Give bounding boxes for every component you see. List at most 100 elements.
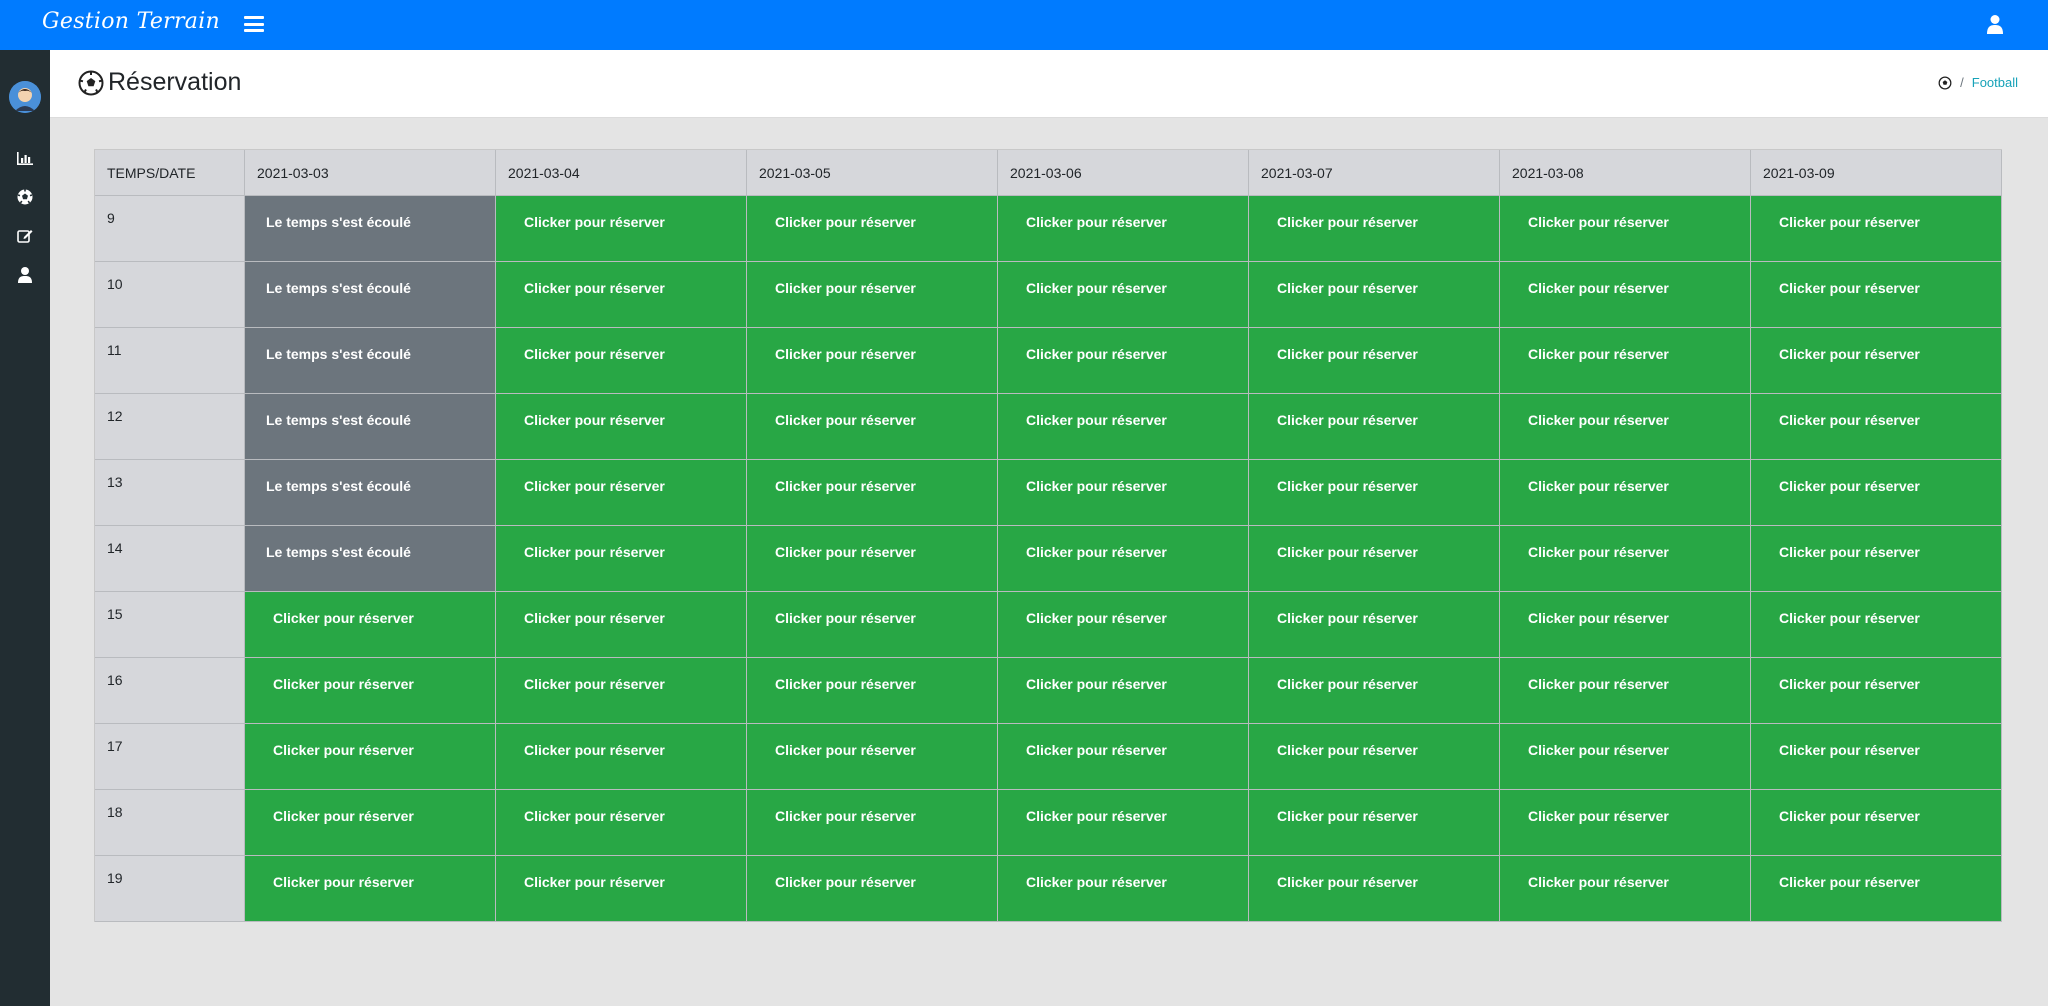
reserve-slot-button[interactable]: Clicker pour réserver — [1751, 460, 2002, 526]
breadcrumb-separator: / — [1960, 75, 1964, 90]
reserve-slot-button[interactable]: Clicker pour réserver — [1751, 526, 2002, 592]
reserve-slot-button[interactable]: Clicker pour réserver — [998, 328, 1249, 394]
reserve-slot-button[interactable]: Clicker pour réserver — [1751, 196, 2002, 262]
reserve-slot-button[interactable]: Clicker pour réserver — [998, 262, 1249, 328]
brand-logo[interactable]: Gestion Terrain — [42, 9, 220, 34]
slot-label: Clicker pour réserver — [524, 412, 665, 428]
slot-label: Clicker pour réserver — [1277, 874, 1418, 890]
reserve-slot-button[interactable]: Clicker pour réserver — [747, 724, 998, 790]
breadcrumb-link-football[interactable]: Football — [1972, 75, 2018, 90]
reserve-slot-button[interactable]: Clicker pour réserver — [1249, 658, 1500, 724]
reserve-slot-button[interactable]: Clicker pour réserver — [496, 394, 747, 460]
reserve-slot-button[interactable]: Clicker pour réserver — [1751, 394, 2002, 460]
slot-label: Le temps s'est écoulé — [266, 412, 411, 428]
reserve-slot-button[interactable]: Clicker pour réserver — [998, 526, 1249, 592]
reserve-slot-button[interactable]: Clicker pour réserver — [496, 526, 747, 592]
slot-label: Clicker pour réserver — [524, 742, 665, 758]
reserve-slot-button[interactable]: Clicker pour réserver — [747, 790, 998, 856]
reserve-slot-button[interactable]: Clicker pour réserver — [245, 790, 496, 856]
reserve-slot-button[interactable]: Clicker pour réserver — [747, 262, 998, 328]
reserve-slot-button[interactable]: Clicker pour réserver — [1249, 526, 1500, 592]
reserve-slot-button[interactable]: Clicker pour réserver — [1500, 460, 1751, 526]
reserve-slot-button[interactable]: Clicker pour réserver — [747, 526, 998, 592]
reserve-slot-button[interactable]: Clicker pour réserver — [496, 856, 747, 922]
reserve-slot-button[interactable]: Clicker pour réserver — [747, 592, 998, 658]
reserve-slot-button[interactable]: Clicker pour réserver — [747, 196, 998, 262]
user-icon[interactable] — [1986, 14, 2004, 34]
reserve-slot-button[interactable]: Clicker pour réserver — [1751, 724, 2002, 790]
reserve-slot-button[interactable]: Clicker pour réserver — [1500, 526, 1751, 592]
avatar[interactable] — [9, 81, 41, 113]
slot-label: Clicker pour réserver — [1277, 808, 1418, 824]
reserve-slot-button[interactable]: Clicker pour réserver — [1751, 790, 2002, 856]
edit-icon[interactable] — [16, 227, 34, 245]
reserve-slot-button[interactable]: Clicker pour réserver — [496, 790, 747, 856]
slot-label: Clicker pour réserver — [1026, 214, 1167, 230]
reserve-slot-button[interactable]: Clicker pour réserver — [496, 262, 747, 328]
reserve-slot-button[interactable]: Clicker pour réserver — [747, 394, 998, 460]
reserve-slot-button[interactable]: Clicker pour réserver — [998, 592, 1249, 658]
reserve-slot-button[interactable]: Clicker pour réserver — [1500, 262, 1751, 328]
reserve-slot-button[interactable]: Clicker pour réserver — [1751, 658, 2002, 724]
reserve-slot-button[interactable]: Clicker pour réserver — [245, 658, 496, 724]
reserve-slot-button[interactable]: Clicker pour réserver — [1500, 592, 1751, 658]
reserve-slot-button[interactable]: Clicker pour réserver — [1500, 328, 1751, 394]
reserve-slot-button[interactable]: Clicker pour réserver — [998, 658, 1249, 724]
user-icon[interactable] — [16, 266, 34, 284]
reserve-slot-button[interactable]: Clicker pour réserver — [1751, 592, 2002, 658]
slot-label: Clicker pour réserver — [1026, 874, 1167, 890]
reserve-slot-button[interactable]: Clicker pour réserver — [1249, 790, 1500, 856]
slot-label: Clicker pour réserver — [273, 610, 414, 626]
reserve-slot-button[interactable]: Clicker pour réserver — [245, 724, 496, 790]
slot-label: Clicker pour réserver — [1026, 280, 1167, 296]
reserve-slot-button[interactable]: Clicker pour réserver — [998, 856, 1249, 922]
reserve-slot-button[interactable]: Clicker pour réserver — [1500, 790, 1751, 856]
reserve-slot-button[interactable]: Clicker pour réserver — [1249, 724, 1500, 790]
reserve-slot-button[interactable]: Clicker pour réserver — [998, 196, 1249, 262]
reserve-slot-button[interactable]: Clicker pour réserver — [496, 724, 747, 790]
reserve-slot-button[interactable]: Clicker pour réserver — [747, 856, 998, 922]
reserve-slot-button[interactable]: Clicker pour réserver — [998, 724, 1249, 790]
reserve-slot-button[interactable]: Clicker pour réserver — [1249, 460, 1500, 526]
reserve-slot-button[interactable]: Clicker pour réserver — [747, 658, 998, 724]
reserve-slot-button[interactable]: Clicker pour réserver — [747, 328, 998, 394]
reserve-slot-button[interactable]: Clicker pour réserver — [1249, 394, 1500, 460]
slot-label: Clicker pour réserver — [1277, 676, 1418, 692]
slot-label: Clicker pour réserver — [524, 610, 665, 626]
slot-label: Clicker pour réserver — [1528, 412, 1669, 428]
reserve-slot-button[interactable]: Clicker pour réserver — [1751, 262, 2002, 328]
reserve-slot-button[interactable]: Clicker pour réserver — [1249, 328, 1500, 394]
reserve-slot-button[interactable]: Clicker pour réserver — [998, 790, 1249, 856]
reserve-slot-button[interactable]: Clicker pour réserver — [1249, 196, 1500, 262]
expired-slot: Le temps s'est écoulé — [245, 460, 496, 526]
reserve-slot-button[interactable]: Clicker pour réserver — [245, 856, 496, 922]
reserve-slot-button[interactable]: Clicker pour réserver — [496, 460, 747, 526]
reserve-slot-button[interactable]: Clicker pour réserver — [496, 328, 747, 394]
slot-label: Clicker pour réserver — [1779, 742, 1920, 758]
reserve-slot-button[interactable]: Clicker pour réserver — [998, 394, 1249, 460]
reserve-slot-button[interactable]: Clicker pour réserver — [1249, 856, 1500, 922]
reserve-slot-button[interactable]: Clicker pour réserver — [1249, 592, 1500, 658]
hamburger-icon[interactable] — [244, 16, 264, 32]
slot-label: Clicker pour réserver — [1026, 742, 1167, 758]
reserve-slot-button[interactable]: Clicker pour réserver — [747, 460, 998, 526]
reserve-slot-button[interactable]: Clicker pour réserver — [998, 460, 1249, 526]
reserve-slot-button[interactable]: Clicker pour réserver — [1500, 856, 1751, 922]
reserve-slot-button[interactable]: Clicker pour réserver — [496, 592, 747, 658]
reserve-slot-button[interactable]: Clicker pour réserver — [1500, 724, 1751, 790]
bar-chart-icon[interactable] — [16, 149, 34, 167]
reserve-slot-button[interactable]: Clicker pour réserver — [1500, 658, 1751, 724]
reserve-slot-button[interactable]: Clicker pour réserver — [1751, 856, 2002, 922]
reserve-slot-button[interactable]: Clicker pour réserver — [245, 592, 496, 658]
slot-label: Clicker pour réserver — [1779, 676, 1920, 692]
reserve-slot-button[interactable]: Clicker pour réserver — [1751, 328, 2002, 394]
reserve-slot-button[interactable]: Clicker pour réserver — [496, 196, 747, 262]
reserve-slot-button[interactable]: Clicker pour réserver — [1249, 262, 1500, 328]
expired-slot: Le temps s'est écoulé — [245, 394, 496, 460]
reserve-slot-button[interactable]: Clicker pour réserver — [496, 658, 747, 724]
reserve-slot-button[interactable]: Clicker pour réserver — [1500, 196, 1751, 262]
reserve-slot-button[interactable]: Clicker pour réserver — [1500, 394, 1751, 460]
soccer-ball-icon[interactable] — [16, 188, 34, 206]
slot-label: Clicker pour réserver — [524, 808, 665, 824]
slot-label: Clicker pour réserver — [1528, 742, 1669, 758]
